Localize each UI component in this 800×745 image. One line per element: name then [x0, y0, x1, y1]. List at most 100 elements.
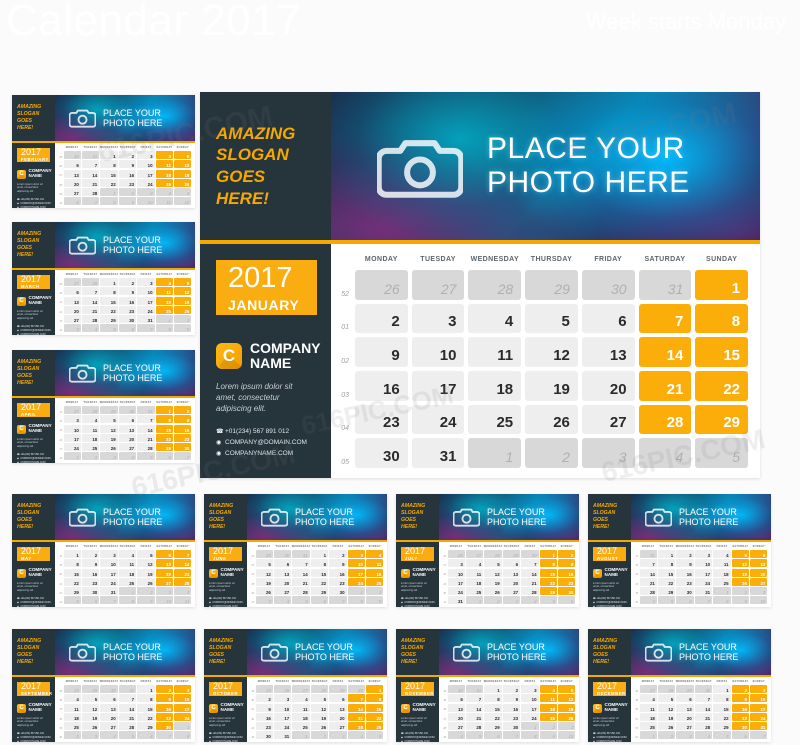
day-cell[interactable]: 14: [292, 568, 310, 577]
day-cell[interactable]: 3: [580, 436, 637, 470]
day-cell[interactable]: 27: [502, 587, 521, 596]
day-cell[interactable]: 31: [137, 406, 155, 415]
day-cell[interactable]: 2: [118, 278, 137, 287]
day-cell[interactable]: 22: [484, 712, 502, 721]
day-cell[interactable]: 2: [310, 731, 329, 740]
day-cell[interactable]: 1: [465, 596, 484, 605]
day-cell[interactable]: 7: [639, 559, 657, 568]
day-cell[interactable]: 5: [174, 278, 192, 287]
day-cell[interactable]: 4: [118, 550, 137, 559]
day-cell[interactable]: 27: [63, 406, 81, 415]
day-cell[interactable]: 6: [502, 559, 521, 568]
day-cell[interactable]: 4: [63, 694, 81, 703]
day-cell[interactable]: 22: [155, 433, 173, 442]
day-cell[interactable]: 5: [693, 436, 750, 470]
day-cell[interactable]: 25: [255, 685, 273, 694]
day-cell[interactable]: 3: [174, 685, 192, 694]
day-cell[interactable]: 3: [63, 324, 81, 333]
day-cell[interactable]: 1: [100, 188, 118, 197]
day-cell[interactable]: 5: [657, 694, 676, 703]
contact-email[interactable]: ◉ COMPANY@DOMAIN.COM: [17, 736, 55, 739]
day-cell[interactable]: 25: [366, 577, 384, 586]
photo-placeholder[interactable]: PLACE YOUR PHOTO HERE: [55, 629, 195, 675]
day-cell[interactable]: 11: [639, 703, 657, 712]
day-cell[interactable]: 20: [447, 712, 465, 721]
day-cell[interactable]: 6: [580, 302, 637, 336]
calendar-card-february[interactable]: AMAZING SLOGAN GOES HERE! PLACE YOUR PHOTO HE…: [12, 95, 195, 208]
day-cell[interactable]: 6: [310, 596, 329, 605]
day-cell[interactable]: 12: [310, 703, 329, 712]
day-cell[interactable]: 5: [366, 731, 384, 740]
day-cell[interactable]: 9: [118, 287, 137, 296]
day-cell[interactable]: 27: [410, 268, 467, 302]
day-cell[interactable]: 5: [118, 731, 137, 740]
day-cell[interactable]: 2: [657, 731, 676, 740]
day-cell[interactable]: 6: [100, 694, 118, 703]
day-cell[interactable]: 20: [273, 577, 292, 586]
day-cell[interactable]: 12: [100, 424, 118, 433]
day-cell[interactable]: 7: [100, 596, 118, 605]
calendar-card-december[interactable]: AMAZING SLOGAN GOES HERE! PLACE YOUR PHOTO HE…: [588, 629, 771, 742]
day-cell[interactable]: 12: [174, 160, 192, 169]
day-cell[interactable]: 5: [100, 324, 118, 333]
day-cell[interactable]: 2: [118, 151, 137, 160]
day-cell[interactable]: 10: [750, 694, 768, 703]
contact-phone[interactable]: ☎ +01(234) 567 891 012: [593, 732, 631, 735]
photo-placeholder[interactable]: PLACE YOUR PHOTO HERE: [55, 350, 195, 396]
day-cell[interactable]: 22: [100, 178, 118, 187]
day-cell[interactable]: 2: [81, 550, 100, 559]
day-cell[interactable]: 4: [347, 731, 365, 740]
contact-email[interactable]: ◉ COMPANY@DOMAIN.COM: [209, 601, 247, 604]
day-cell[interactable]: 4: [174, 587, 192, 596]
day-cell[interactable]: 10: [750, 596, 768, 605]
day-cell[interactable]: 28: [174, 577, 192, 586]
day-cell[interactable]: 8: [484, 694, 502, 703]
day-cell[interactable]: 4: [100, 731, 118, 740]
day-cell[interactable]: 28: [521, 587, 539, 596]
day-cell[interactable]: 9: [137, 596, 155, 605]
day-cell[interactable]: 1: [174, 722, 192, 731]
day-cell[interactable]: 15: [693, 335, 750, 369]
day-cell[interactable]: 15: [366, 703, 384, 712]
day-cell[interactable]: 28: [657, 685, 676, 694]
day-cell[interactable]: 2: [174, 315, 192, 324]
day-cell[interactable]: 1: [657, 550, 676, 559]
day-cell[interactable]: 7: [137, 415, 155, 424]
day-cell[interactable]: 8: [100, 160, 118, 169]
day-cell[interactable]: 26: [731, 577, 749, 586]
day-cell[interactable]: 20: [63, 178, 81, 187]
calendar-card-july[interactable]: AMAZING SLOGAN GOES HERE! PLACE YOUR PHOTO HE…: [396, 494, 579, 607]
day-cell[interactable]: 30: [329, 587, 347, 596]
day-cell[interactable]: 31: [694, 587, 713, 596]
day-cell[interactable]: 10: [521, 694, 539, 703]
day-cell[interactable]: 9: [731, 596, 749, 605]
day-cell[interactable]: 12: [137, 559, 155, 568]
day-cell[interactable]: 18: [81, 433, 100, 442]
calendar-card-november[interactable]: AMAZING SLOGAN GOES HERE! PLACE YOUR PHOTO HE…: [396, 629, 579, 742]
day-cell[interactable]: 7: [137, 324, 155, 333]
day-cell[interactable]: 4: [694, 731, 713, 740]
day-cell[interactable]: 17: [174, 703, 192, 712]
contact-website[interactable]: ◉COMPANYNAME.COM: [593, 605, 631, 607]
day-cell[interactable]: 16: [353, 369, 410, 403]
day-cell[interactable]: 30: [502, 722, 521, 731]
day-cell[interactable]: 25: [292, 722, 310, 731]
day-cell[interactable]: 3: [255, 596, 273, 605]
day-cell[interactable]: 17: [447, 577, 465, 586]
day-cell[interactable]: 3: [100, 452, 118, 461]
day-cell[interactable]: 4: [465, 559, 484, 568]
day-cell[interactable]: 12: [174, 287, 192, 296]
calendar-card-may[interactable]: AMAZING SLOGAN GOES HERE! PLACE YOUR PHOTO HE…: [12, 494, 195, 607]
day-cell[interactable]: 15: [100, 169, 118, 178]
day-cell[interactable]: 4: [466, 302, 523, 336]
day-cell[interactable]: 21: [292, 577, 310, 586]
day-cell[interactable]: 18: [292, 712, 310, 721]
day-cell[interactable]: 27: [750, 577, 768, 586]
day-cell[interactable]: 26: [174, 305, 192, 314]
day-cell[interactable]: 17: [750, 703, 768, 712]
calendar-card-january[interactable]: AMAZING SLOGAN GOES HERE! PLACE YOUR PHOTO HE…: [200, 92, 760, 478]
day-cell[interactable]: 26: [137, 577, 155, 586]
day-cell[interactable]: 29: [484, 722, 502, 731]
day-cell[interactable]: 8: [174, 731, 192, 740]
day-cell[interactable]: 7: [81, 197, 100, 206]
